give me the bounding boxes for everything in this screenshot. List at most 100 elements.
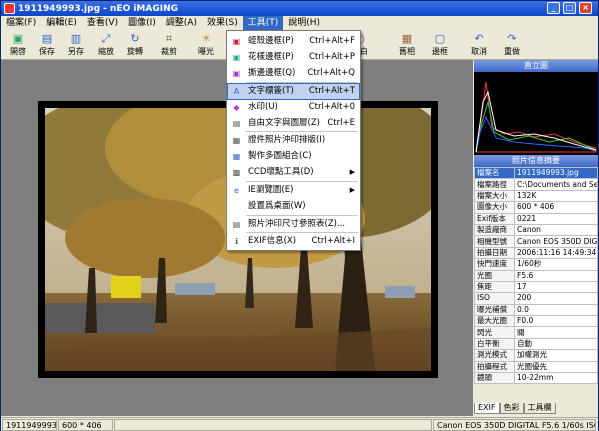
exif-row[interactable]: 製造廠商 Canon xyxy=(474,223,598,237)
exif-value: 光圈優先 xyxy=(514,360,598,374)
menu-item-label: 水印(U) xyxy=(248,102,278,112)
menu-effects[interactable]: 效果(S) xyxy=(202,16,243,30)
menu-item-label: 設置爲桌面(W) xyxy=(248,201,306,211)
menu-tools[interactable]: 工具(T) xyxy=(242,16,284,30)
toolbar-button-crop[interactable]: ⌗ 裁剪 xyxy=(154,31,184,59)
exif-row[interactable]: 圖像大小 600 * 406 xyxy=(474,201,598,214)
exif-row[interactable]: 檔案大小 132K xyxy=(474,189,598,203)
exif-row[interactable]: 拍攝日期 2006:11:16 14:49:34 xyxy=(474,246,598,260)
save-icon: ▤ xyxy=(41,32,53,45)
info-panel: 直立圖 照片信息摘要 檔案名 1911949993.jpg 檔案路徑 C:\Docum… xyxy=(474,60,598,416)
menu-item-label: 文字標簽(T) xyxy=(248,86,294,96)
toolbar-button-redo[interactable]: ↷ 重做 xyxy=(497,31,527,59)
exif-row[interactable]: 拍攝程式 光圈優先 xyxy=(474,360,598,374)
exif-row[interactable]: 檔案名 1911949993.jpg xyxy=(474,166,598,180)
menu-adjust[interactable]: 調整(A) xyxy=(161,16,202,30)
exif-value: Canon xyxy=(514,223,598,237)
close-button[interactable]: × xyxy=(579,2,592,14)
tools-dropdown-menu: ▣ 蛭殼邊框(P) Ctrl+Alt+F ▣ 花樣邊框(P) Ctrl+Alt+P ▣ 撕邊邊… xyxy=(226,30,361,251)
tools-menu-item[interactable]: ℹ EXIF信息(X) Ctrl+Alt+I xyxy=(228,234,359,249)
menu-file[interactable]: 檔案(F) xyxy=(1,16,41,30)
menu-item-label: 製作多圖組合(C) xyxy=(248,151,312,161)
tools-menu-item[interactable]: ▣ 蛭殼邊框(P) Ctrl+Alt+F xyxy=(228,34,359,49)
tools-menu-item[interactable]: ▤ 照片沖印尺寸參照表(Z)... xyxy=(228,217,359,232)
minimize-button[interactable]: _ xyxy=(547,2,560,14)
menu-separator xyxy=(246,215,358,216)
toolbar-button-label: 舊相 xyxy=(399,47,415,56)
tools-menu-item[interactable]: e IE瀏覽圖(E) ▶ xyxy=(228,183,359,198)
maximize-button[interactable]: □ xyxy=(563,2,576,14)
status-empty xyxy=(114,419,432,431)
exif-value: 0221 xyxy=(514,212,598,225)
exif-header[interactable]: 照片信息摘要 xyxy=(474,155,598,167)
tab-color[interactable]: 色彩 xyxy=(499,403,524,414)
menu-item-label: 證件照片沖印排版(I) xyxy=(248,135,326,145)
exif-key: 檔案路徑 xyxy=(474,178,515,191)
exif-row[interactable]: 曝光補償 0.0 xyxy=(474,303,598,317)
tools-menu-item[interactable]: ▦ 製作多圖組合(C) xyxy=(228,149,359,164)
toolbar-button-label: 重做 xyxy=(504,47,520,56)
exif-row[interactable]: 快門速度 1/60秒 xyxy=(474,258,598,271)
menu-image[interactable]: 圖像(I) xyxy=(123,16,161,30)
exif-value: 200 xyxy=(514,292,598,305)
tools-menu-item[interactable]: 設置爲桌面(W) xyxy=(228,199,359,214)
toolbar-button-label: 邊框 xyxy=(432,47,448,56)
window-title: 1911949993.jpg - nEO iMAGING xyxy=(18,3,179,14)
tools-menu-item[interactable]: ◆ 水印(U) Ctrl+Alt+0 xyxy=(228,100,359,115)
exif-row[interactable]: 測光模式 加權測光 xyxy=(474,349,598,362)
tools-menu-item[interactable]: A 文字標簽(T) Ctrl+Alt+T xyxy=(227,83,360,100)
ie-icon: e xyxy=(234,186,239,195)
exif-row[interactable]: 鏡頭 10-22mm xyxy=(474,372,598,385)
tools-menu-item[interactable]: ▤ 自由文字與圖層(Z) Ctrl+E xyxy=(228,116,359,131)
tools-menu-item[interactable]: ▣ 花樣邊框(P) Ctrl+Alt+P xyxy=(228,50,359,65)
status-camera-info: Canon EOS 350D DIGITAL F5.6 1/60s ISO200 xyxy=(433,419,596,431)
toolbar-button-rotate[interactable]: ↻ 旋轉 xyxy=(120,31,150,59)
tab-toolbar[interactable]: 工具欄 xyxy=(523,403,556,414)
exif-row[interactable]: 白平衡 自動 xyxy=(474,337,598,351)
exif-row[interactable]: ISO 200 xyxy=(474,292,598,305)
toolbar-button-open-folder[interactable]: ▣ 開啓 xyxy=(3,31,33,59)
exif-key: ISO xyxy=(474,292,515,305)
histogram xyxy=(474,72,598,155)
toolbar-button-label: 保存 xyxy=(39,47,55,56)
tab-exif[interactable]: EXIF xyxy=(474,403,500,414)
tools-menu-item[interactable]: ▦ 證件照片沖印排版(I) xyxy=(228,133,359,148)
tools-menu-item[interactable]: ▩ CCD壞點工具(D) ▶ xyxy=(228,165,359,180)
menu-item-label: 蛭殼邊框(P) xyxy=(248,36,294,46)
exif-row[interactable]: 相機型號Canon EOS 350D DIGITAL xyxy=(474,235,598,248)
exif-key: 檔案大小 xyxy=(474,189,515,203)
toolbar-button-old-photo[interactable]: ▦ 舊相 xyxy=(392,31,422,59)
exif-value: C:\Documents and Settings xyxy=(514,178,598,191)
exif-row[interactable]: Exif版本 0221 xyxy=(474,212,598,225)
exif-row[interactable]: 閃光關 xyxy=(474,326,598,339)
exif-value: 關 xyxy=(514,326,598,339)
menu-view[interactable]: 查看(V) xyxy=(82,16,123,30)
toolbar-button-save-as[interactable]: ▥ 另存 xyxy=(61,31,91,59)
toolbar-button-save[interactable]: ▤ 保存 xyxy=(32,31,62,59)
exposure-icon: ☀ xyxy=(201,32,211,45)
old-photo-icon: ▦ xyxy=(401,32,413,45)
menu-item-label: 撕邊邊框(Q) xyxy=(248,68,296,78)
exif-row[interactable]: 光圈 F5.6 xyxy=(474,269,598,282)
tools-menu-item[interactable]: ▣ 撕邊邊框(Q) Ctrl+Alt+Q xyxy=(228,66,359,81)
toolbar-button-undo[interactable]: ↶ 取消 xyxy=(464,31,494,59)
exif-value: 1911949993.jpg xyxy=(514,166,598,180)
toolbar-button-border[interactable]: ▢ 邊框 xyxy=(425,31,455,59)
text-label-icon: A xyxy=(233,87,240,96)
title-bar[interactable]: 1911949993.jpg - nEO iMAGING _ □ × xyxy=(1,1,598,16)
save-as-icon: ▥ xyxy=(70,32,82,45)
menu-edit[interactable]: 編輯(E) xyxy=(41,16,82,30)
exif-key: 製造廠商 xyxy=(474,223,515,237)
border-icon: ▢ xyxy=(434,32,446,45)
exif-row[interactable]: 最大光圈 F0.0 xyxy=(474,315,598,328)
menu-help[interactable]: 說明(H) xyxy=(283,16,325,30)
exif-key: 檔案名 xyxy=(474,166,515,180)
collage-icon: ▦ xyxy=(232,152,241,161)
exif-key: 閃光 xyxy=(474,326,515,339)
menu-item-label: EXIF信息(X) xyxy=(248,236,297,246)
exif-row[interactable]: 焦距 17 xyxy=(474,280,598,294)
status-size: 600 * 406 xyxy=(58,419,113,431)
exif-row[interactable]: 檔案路徑C:\Documents and Settings xyxy=(474,178,598,191)
toolbar-button-resize[interactable]: ⤢ 縮放 xyxy=(91,31,121,59)
toolbar-button-exposure[interactable]: ☀ 曝光 xyxy=(191,31,221,59)
